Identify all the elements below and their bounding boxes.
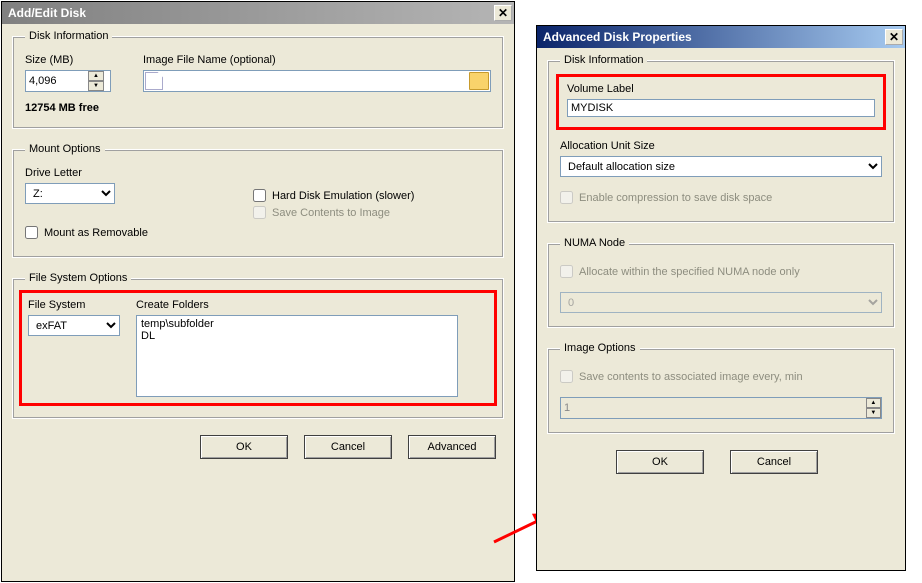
titlebar: Add/Edit Disk ✕ bbox=[2, 2, 514, 24]
spin-down-icon: ▼ bbox=[866, 408, 881, 418]
volume-label-label: Volume Label bbox=[567, 83, 875, 95]
add-edit-disk-window: Add/Edit Disk ✕ Disk Information Size (M… bbox=[1, 1, 515, 582]
size-label: Size (MB) bbox=[25, 54, 125, 66]
cancel-button[interactable]: Cancel bbox=[730, 450, 818, 474]
window-title: Advanced Disk Properties bbox=[543, 30, 692, 44]
save-contents-checkbox: Save Contents to Image bbox=[253, 206, 491, 219]
create-folders-label: Create Folders bbox=[136, 299, 458, 311]
save-interval-checkbox: Save contents to associated image every,… bbox=[560, 370, 882, 383]
close-icon[interactable]: ✕ bbox=[494, 5, 512, 21]
save-interval-input bbox=[561, 398, 866, 418]
ok-button[interactable]: OK bbox=[200, 435, 288, 459]
create-folders-textarea[interactable]: temp\subfolder DL bbox=[136, 315, 458, 397]
mount-removable-checkbox[interactable]: Mount as Removable bbox=[25, 226, 235, 239]
image-options-group: Image Options Save contents to associate… bbox=[547, 342, 895, 434]
free-space-label: 12754 MB free bbox=[25, 102, 125, 114]
group-legend: Image Options bbox=[560, 342, 640, 354]
ok-button[interactable]: OK bbox=[616, 450, 704, 474]
titlebar: Advanced Disk Properties ✕ bbox=[537, 26, 905, 48]
size-spinner[interactable]: ▲ ▼ bbox=[25, 70, 111, 92]
cancel-button[interactable]: Cancel bbox=[304, 435, 392, 459]
group-legend: NUMA Node bbox=[560, 237, 629, 249]
disk-information-group: Disk Information Volume Label Allocation… bbox=[547, 54, 895, 223]
window-title: Add/Edit Disk bbox=[8, 6, 86, 20]
file-system-options-group: File System Options File System exFAT Cr… bbox=[12, 272, 504, 419]
close-icon[interactable]: ✕ bbox=[885, 29, 903, 45]
numa-node-group: NUMA Node Allocate within the specified … bbox=[547, 237, 895, 328]
highlight-box: Volume Label bbox=[556, 74, 886, 130]
numa-allocate-checkbox: Allocate within the specified NUMA node … bbox=[560, 265, 882, 278]
allocation-size-select[interactable]: Default allocation size bbox=[560, 156, 882, 177]
mount-options-group: Mount Options Drive Letter Z: Mount as R… bbox=[12, 143, 504, 258]
image-file-label: Image File Name (optional) bbox=[143, 54, 491, 66]
group-legend: File System Options bbox=[25, 272, 131, 284]
size-input[interactable] bbox=[26, 71, 88, 91]
numa-node-select: 0 bbox=[560, 292, 882, 313]
save-interval-spinner: ▲ ▼ bbox=[560, 397, 882, 419]
group-legend: Disk Information bbox=[560, 54, 647, 66]
highlight-box: File System exFAT Create Folders temp\su… bbox=[19, 290, 497, 406]
browse-folder-icon[interactable] bbox=[469, 72, 489, 90]
file-system-select[interactable]: exFAT bbox=[28, 315, 120, 336]
advanced-disk-properties-window: Advanced Disk Properties ✕ Disk Informat… bbox=[536, 25, 906, 571]
disk-information-group: Disk Information Size (MB) ▲ ▼ 12754 MB … bbox=[12, 30, 504, 129]
image-file-input[interactable] bbox=[143, 70, 491, 92]
drive-letter-select[interactable]: Z: bbox=[25, 183, 115, 204]
compression-checkbox: Enable compression to save disk space bbox=[560, 191, 882, 204]
drive-letter-label: Drive Letter bbox=[25, 167, 235, 179]
advanced-button[interactable]: Advanced bbox=[408, 435, 496, 459]
file-system-label: File System bbox=[28, 299, 120, 311]
hard-disk-emulation-checkbox[interactable]: Hard Disk Emulation (slower) bbox=[253, 189, 491, 202]
spin-up-icon: ▲ bbox=[866, 398, 881, 408]
allocation-size-label: Allocation Unit Size bbox=[560, 140, 882, 152]
group-legend: Disk Information bbox=[25, 30, 112, 42]
spin-up-icon[interactable]: ▲ bbox=[88, 71, 104, 81]
volume-label-input[interactable] bbox=[567, 99, 875, 117]
file-icon bbox=[145, 72, 163, 90]
spin-down-icon[interactable]: ▼ bbox=[88, 81, 104, 91]
group-legend: Mount Options bbox=[25, 143, 105, 155]
